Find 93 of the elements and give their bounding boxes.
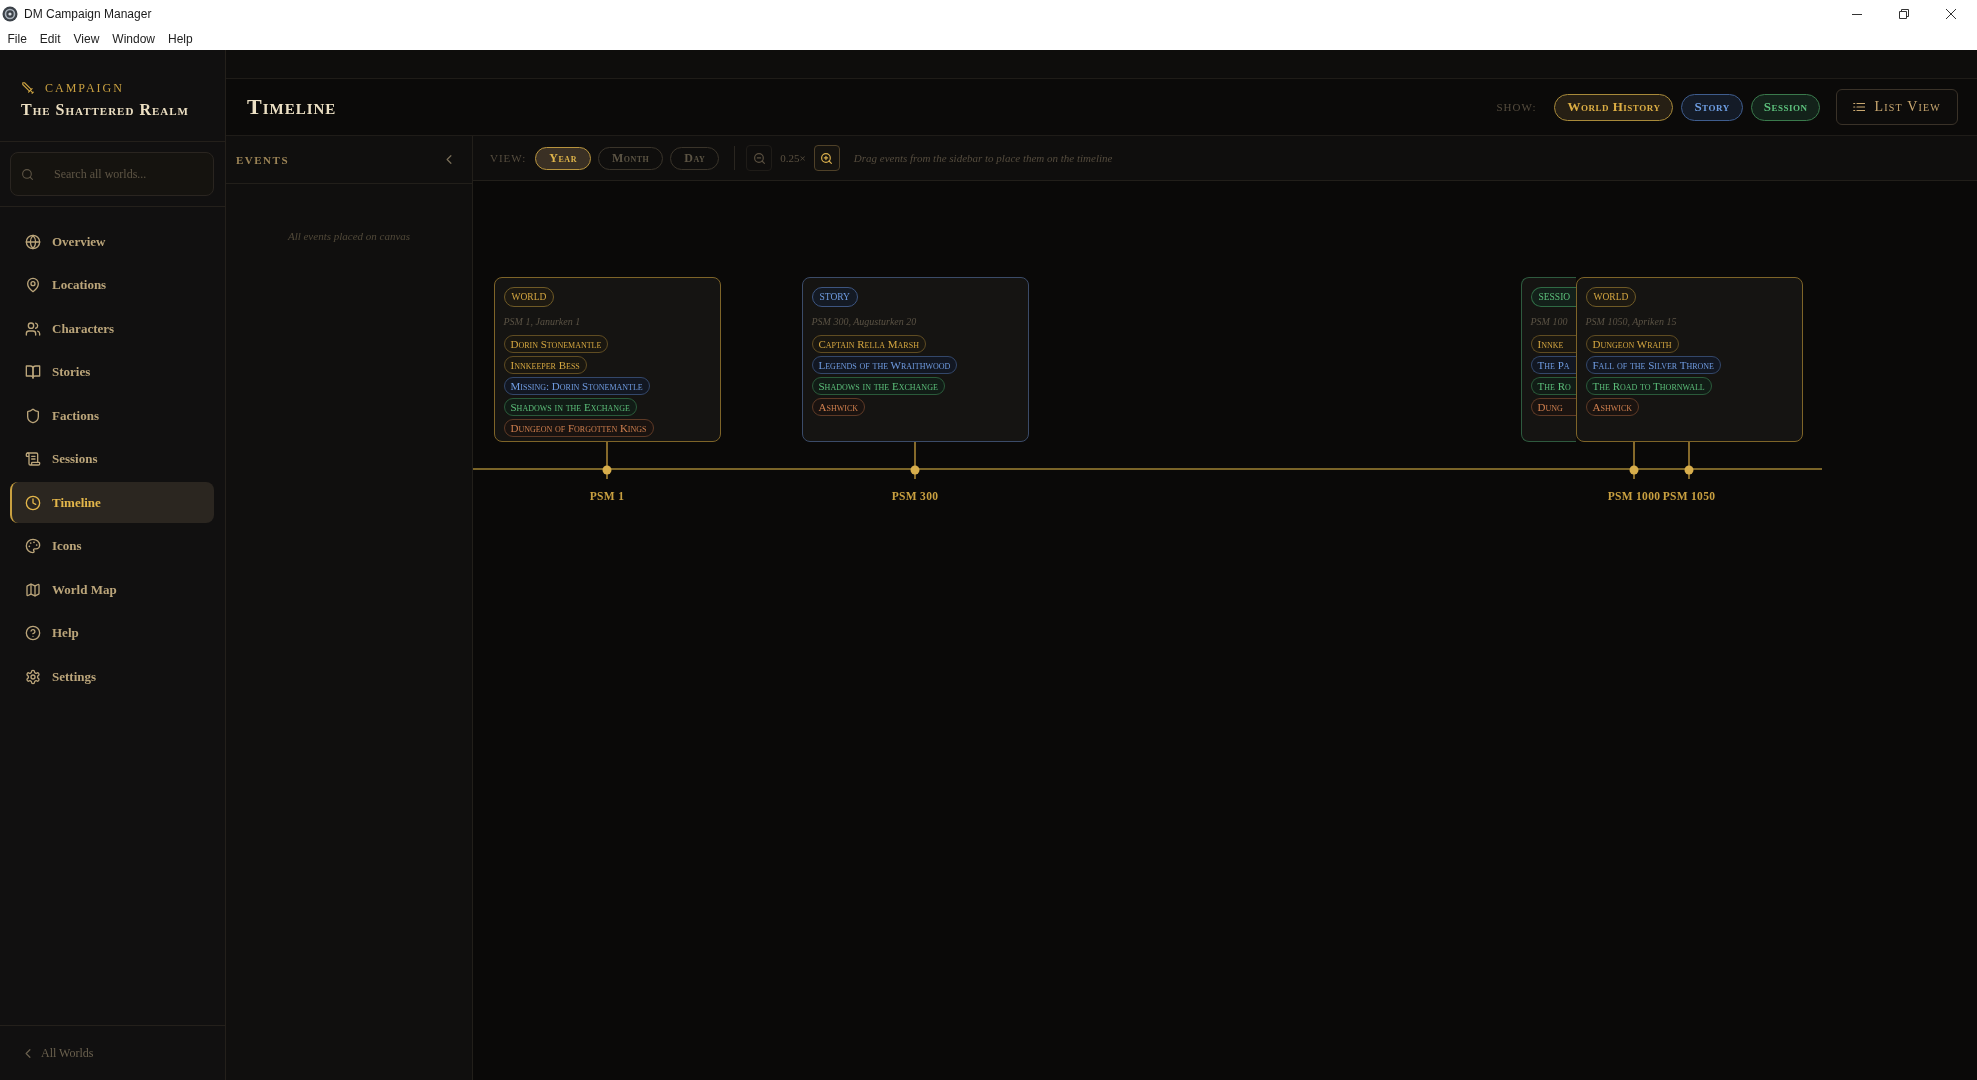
menu-item[interactable]: Help xyxy=(161,29,200,49)
event-date: PSM 100 xyxy=(1530,315,1568,328)
view-label: VIEW: xyxy=(490,152,527,164)
window-title: DM Campaign Manager xyxy=(24,7,152,21)
nav-item[interactable]: Factions xyxy=(10,395,214,436)
scroll-icon xyxy=(25,451,41,467)
zoom-level: 0.25× xyxy=(780,152,806,164)
event-card[interactable]: STORY PSM 300, Augusturken 20 Captain Rella Marsh Legends of the Wraithwood Shadows in the Exchange Ashwick xyxy=(801,277,1029,442)
collapse-button[interactable] xyxy=(444,152,454,167)
nav-item[interactable]: Settings xyxy=(10,656,214,697)
nav-item[interactable]: Overview xyxy=(10,221,214,262)
filter-toggle[interactable]: Session xyxy=(1750,93,1821,121)
marker-label: PSM 1050 xyxy=(1662,489,1716,503)
hint-text: Drag events from the sidebar to place them on the timeline xyxy=(853,152,1113,164)
sword-icon xyxy=(21,81,35,95)
view-tab[interactable]: Year xyxy=(535,146,591,170)
zoom-out-icon xyxy=(752,151,766,165)
campaign-title: The Shattered Realm xyxy=(21,100,189,120)
event-date: PSM 1050, Apriken 15 xyxy=(1585,315,1677,328)
event-tag: The Road to Thornwall xyxy=(1585,377,1712,395)
marker-label: PSM 300 xyxy=(891,489,939,503)
event-tag: Ashwick xyxy=(1585,398,1639,416)
event-tag: Dung xyxy=(1530,398,1576,416)
event-card[interactable]: WORLD PSM 1050, Apriken 15 Dungeon Wraith Fall of the Silver Throne The Road to Thornwall Ashwick xyxy=(1575,277,1803,442)
timeline-pin-icon xyxy=(601,442,613,479)
event-tag: Shadows in the Exchange xyxy=(503,398,637,416)
filter-toggle[interactable]: Story xyxy=(1681,93,1743,121)
event-tag: Innkeeper Bess xyxy=(503,356,587,374)
timeline-pin-icon xyxy=(1683,442,1695,479)
minimize-icon xyxy=(1851,13,1862,15)
timeline-pin-icon xyxy=(1628,442,1640,479)
event-date: PSM 1, Janurken 1 xyxy=(503,315,581,328)
menu-item[interactable]: File xyxy=(1,29,34,49)
map-pin-icon xyxy=(25,277,41,293)
event-tag: Captain Rella Marsh xyxy=(811,335,926,353)
event-date: PSM 300, Augusturken 20 xyxy=(811,315,917,328)
people-icon xyxy=(25,320,41,337)
show-label: SHOW: xyxy=(1496,101,1537,113)
event-type-badge: WORLD xyxy=(1585,287,1637,307)
event-type-badge: STORY xyxy=(811,287,858,307)
event-tag: Dorin Stonemantle xyxy=(503,335,609,353)
nav-item[interactable]: Icons xyxy=(10,525,214,567)
timeline-pin-icon xyxy=(909,442,921,479)
event-type-badge: SESSIO xyxy=(1530,287,1576,307)
app-icon xyxy=(2,6,18,22)
event-tag: Dungeon of Forgotten Kings xyxy=(503,419,654,437)
event-card[interactable]: WORLD PSM 1, Janurken 1 Dorin Stonemantle Innkeeper Bess Missing: Dorin Stonemantle Shadows in the Exchange Dungeon of Forgotten Kings xyxy=(493,277,721,442)
nav-item[interactable]: Help xyxy=(10,612,214,654)
menu-item[interactable]: View xyxy=(67,29,106,49)
nav-item[interactable]: Timeline xyxy=(10,482,214,523)
clock-icon xyxy=(25,494,41,511)
list-icon xyxy=(1853,102,1866,112)
shield-icon xyxy=(25,407,41,424)
nav-item[interactable]: World Map xyxy=(10,569,214,610)
menu-item[interactable]: Edit xyxy=(33,29,68,49)
event-tag: Ashwick xyxy=(811,398,865,416)
nav-item[interactable]: Stories xyxy=(10,351,214,393)
event-tag: Legends of the Wraithwood xyxy=(811,356,958,374)
search-field[interactable]: Search all worlds... xyxy=(10,152,214,196)
nav-item[interactable]: Characters xyxy=(10,308,214,349)
event-tag: The Ro xyxy=(1530,377,1576,395)
filter-toggle[interactable]: World History xyxy=(1554,93,1674,121)
restore-icon xyxy=(1898,9,1909,19)
marker-label: PSM 1000 xyxy=(1607,489,1661,503)
event-tag: The Pa xyxy=(1530,356,1576,374)
palette-icon xyxy=(25,538,41,554)
settings-icon xyxy=(25,668,41,685)
list-view-button[interactable]: List View xyxy=(1836,89,1958,125)
close-icon xyxy=(1945,9,1956,19)
zoom-in-icon xyxy=(820,151,834,165)
event-tag: Dungeon Wraith xyxy=(1585,335,1679,353)
event-tag: Innke xyxy=(1530,335,1576,353)
zoom-in-button[interactable] xyxy=(813,145,840,171)
nav-item[interactable]: Sessions xyxy=(10,438,214,480)
marker-label: PSM 1 xyxy=(589,489,625,503)
event-tag: Shadows in the Exchange xyxy=(811,377,945,395)
open-book-icon xyxy=(25,364,41,380)
event-card[interactable]: SESSIO PSM 100 Innke The Pa The Ro Dung xyxy=(1520,277,1576,442)
help-icon xyxy=(25,625,41,641)
page-title: Timeline xyxy=(247,94,337,120)
event-type-badge: WORLD xyxy=(503,287,555,307)
globe-icon xyxy=(25,233,41,250)
search-icon xyxy=(21,167,34,181)
chevron-left-icon xyxy=(25,1048,31,1058)
menu-item[interactable]: Window xyxy=(105,29,162,49)
empty-message: All events placed on canvas xyxy=(287,229,411,243)
event-tag: Missing: Dorin Stonemantle xyxy=(503,377,650,395)
campaign-label: CAMPAIGN xyxy=(45,80,124,96)
map-icon xyxy=(25,581,41,598)
chevron-left-icon xyxy=(446,155,452,164)
event-tag: Fall of the Silver Throne xyxy=(1585,356,1721,374)
nav-item[interactable]: Locations xyxy=(10,264,214,306)
panel-title: EVENTS xyxy=(236,153,290,166)
